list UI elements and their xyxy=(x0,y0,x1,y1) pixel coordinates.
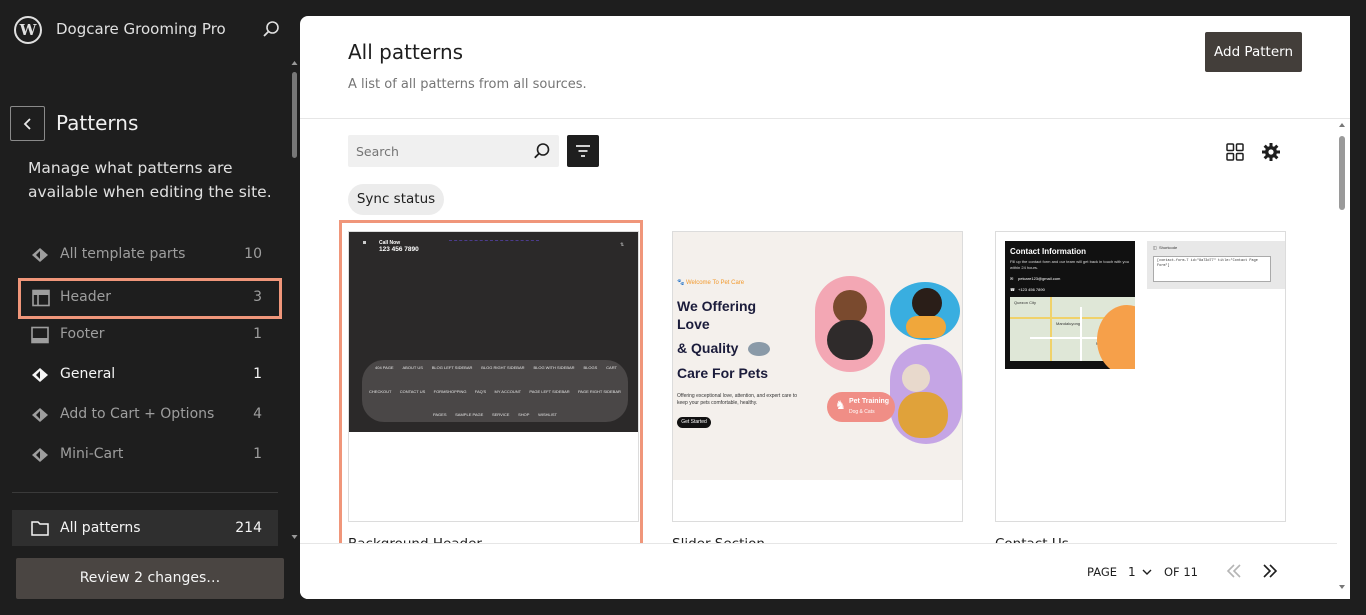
first-page-icon[interactable] xyxy=(1224,561,1244,581)
sidebar-item-label: All patterns xyxy=(60,520,141,536)
preview-text: & Quality xyxy=(677,340,739,356)
header-divider xyxy=(300,118,1350,119)
sidebar-item-header[interactable]: Header 3 xyxy=(18,278,282,319)
preview-text: Contact Information xyxy=(1010,247,1086,256)
selected-card-outline xyxy=(339,220,643,549)
add-pattern-button[interactable]: Add Pattern xyxy=(1205,32,1302,72)
grid-view-icon[interactable] xyxy=(1225,142,1245,162)
pattern-preview-contact: Contact Information Fill up the contact … xyxy=(996,232,1285,521)
filter-button[interactable] xyxy=(567,135,599,167)
sidebar: W Dogcare Grooming Pro Patterns Manage w… xyxy=(0,0,300,615)
pattern-preview-slider: 🐾 Welcome To Pet Care We Offering Love &… xyxy=(673,232,962,480)
preview-text: Pet Training xyxy=(849,398,890,405)
sidebar-item-label: Add to Cart + Options xyxy=(60,406,215,422)
sidebar-scrollbar[interactable] xyxy=(290,60,298,542)
sync-status-filter-chip[interactable]: Sync status xyxy=(348,184,444,215)
preview-text: Shortcode xyxy=(1159,245,1178,250)
folder-icon xyxy=(31,521,49,536)
pagination-page-select[interactable]: 1 xyxy=(1128,565,1136,579)
sidebar-item-footer[interactable]: Footer 1 xyxy=(18,316,282,354)
preview-text: Love xyxy=(677,316,710,332)
pagination-bar: PAGE 1 OF 11 xyxy=(300,543,1337,599)
preview-text: Mandaluyong xyxy=(1056,321,1081,326)
last-page-icon[interactable] xyxy=(1260,561,1280,581)
search-icon[interactable] xyxy=(533,142,551,160)
symbol-icon xyxy=(32,368,48,382)
contact-info-panel: Contact Information Fill up the contact … xyxy=(1005,241,1135,369)
filter-icon xyxy=(576,145,590,157)
main-scrollbar[interactable] xyxy=(1337,120,1347,592)
sidebar-item-count: 214 xyxy=(235,520,262,536)
sidebar-item-count: 3 xyxy=(253,289,262,305)
page-title: All patterns xyxy=(348,40,464,64)
sidebar-item-all-template-parts[interactable]: All template parts 10 xyxy=(18,236,282,274)
sidebar-divider xyxy=(12,492,278,493)
preview-text: Fill up the contact form and our team wi… xyxy=(1010,259,1129,270)
pagination-page-label: PAGE xyxy=(1087,565,1118,579)
search-icon[interactable] xyxy=(262,20,280,38)
sidebar-item-count: 1 xyxy=(253,366,262,382)
dog-image xyxy=(890,344,962,444)
sidebar-item-label: Mini-Cart xyxy=(60,446,124,462)
dog-icon: ♞ xyxy=(835,398,846,412)
preview-text: Care For Pets xyxy=(677,365,769,381)
preview-text: Welcome To Pet Care xyxy=(686,280,745,286)
symbol-icon xyxy=(32,448,48,462)
shortcode-block: ◫ Shortcode [contact-form-7 id="8a73d77"… xyxy=(1147,241,1285,289)
sidebar-item-label: Header xyxy=(60,289,111,305)
sidebar-item-count: 10 xyxy=(244,246,262,262)
symbol-icon xyxy=(32,408,48,422)
sidebar-item-label: Footer xyxy=(60,326,105,342)
site-title[interactable]: Dogcare Grooming Pro xyxy=(56,20,226,38)
dog-image xyxy=(890,282,960,340)
cat-image xyxy=(748,342,770,356)
review-changes-button[interactable]: Review 2 changes… xyxy=(16,558,284,599)
chevron-down-icon[interactable] xyxy=(1142,568,1152,576)
sidebar-item-count: 1 xyxy=(253,446,262,462)
pagination-total: OF 11 xyxy=(1164,565,1198,579)
search-field[interactable] xyxy=(348,135,559,167)
preview-text: [contact-form-7 id="8a73d77" title="Cont… xyxy=(1157,259,1258,268)
page-subtitle: A list of all patterns from all sources. xyxy=(348,77,587,92)
back-button[interactable] xyxy=(10,106,45,141)
pattern-card-slider-section[interactable]: 🐾 Welcome To Pet Care We Offering Love &… xyxy=(672,231,963,522)
template-part-icon xyxy=(32,248,48,262)
sidebar-description: Manage what patterns are available when … xyxy=(28,159,272,201)
header-icon xyxy=(32,289,50,307)
sidebar-item-mini-cart[interactable]: Mini-Cart 1 xyxy=(18,436,282,474)
sidebar-title: Patterns xyxy=(56,111,139,135)
paw-icon: 🐾 xyxy=(677,280,685,286)
sidebar-item-count: 4 xyxy=(253,406,262,422)
sidebar-item-label: General xyxy=(60,366,116,382)
sidebar-item-count: 1 xyxy=(253,326,262,342)
search-input[interactable] xyxy=(348,135,528,167)
sidebar-item-all-patterns[interactable]: All patterns 214 xyxy=(12,510,278,546)
preview-text: +123 456 7890 xyxy=(1018,287,1045,292)
dog-image xyxy=(815,276,885,372)
sidebar-item-label: All template parts xyxy=(60,246,186,262)
pattern-card-contact-us[interactable]: Contact Information Fill up the contact … xyxy=(995,231,1286,522)
pet-training-badge: Pet Training Dog & Cats ♞ xyxy=(827,392,895,422)
chevron-left-icon xyxy=(23,117,31,130)
preview-text: petcare123@gmail.com xyxy=(1018,276,1061,281)
footer-icon xyxy=(31,326,49,344)
gear-icon[interactable] xyxy=(1260,141,1282,163)
preview-button: Get Started xyxy=(677,417,711,428)
preview-text: Dog & Cats xyxy=(849,409,875,415)
wordpress-logo-icon[interactable]: W xyxy=(14,16,42,44)
preview-text: Offering exceptional love, attention, an… xyxy=(677,393,797,406)
main-panel: All patterns A list of all patterns from… xyxy=(300,16,1350,599)
sidebar-item-general[interactable]: General 1 xyxy=(18,356,282,394)
sidebar-item-add-to-cart-options[interactable]: Add to Cart + Options 4 xyxy=(18,396,282,434)
preview-text: Quezon City xyxy=(1014,300,1037,305)
preview-text: We Offering xyxy=(677,298,757,314)
